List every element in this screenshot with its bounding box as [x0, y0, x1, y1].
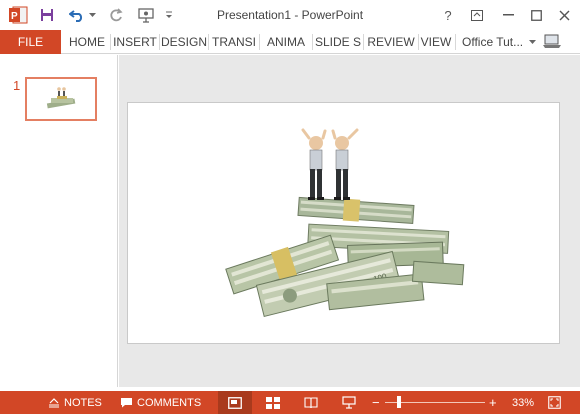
- fit-slide-button[interactable]: [548, 391, 561, 414]
- tab-separator: [455, 34, 456, 50]
- tab-separator: [159, 34, 160, 50]
- notes-label: NOTES: [64, 396, 102, 409]
- save-icon[interactable]: [38, 5, 56, 25]
- comments-label: COMMENTS: [137, 396, 202, 409]
- slide-thumbnail[interactable]: [25, 77, 97, 121]
- normal-view-button[interactable]: [218, 391, 252, 414]
- slide-sorter-icon: [266, 396, 280, 409]
- customize-toolbar-icon[interactable]: [163, 5, 175, 25]
- slide-show-icon: [342, 396, 356, 409]
- slide-number: 1: [13, 78, 21, 93]
- tab-review[interactable]: REVIEW: [366, 30, 416, 54]
- notes-icon: [49, 397, 59, 407]
- tab-separator: [208, 34, 209, 50]
- money-stack-clipart-image[interactable]: 100: [128, 103, 561, 345]
- slide-thumbnail-pane[interactable]: 1: [0, 55, 118, 387]
- undo-icon[interactable]: [68, 5, 86, 25]
- tab-separator: [418, 34, 419, 50]
- undo-dropdown-icon[interactable]: [87, 5, 97, 25]
- slide-sorter-view-button[interactable]: [256, 391, 290, 414]
- tab-home[interactable]: HOME: [66, 30, 108, 54]
- tab-slide-show[interactable]: SLIDE S: [314, 30, 362, 54]
- tab-separator: [110, 34, 111, 50]
- help-button[interactable]: ?: [435, 4, 461, 26]
- comments-button[interactable]: COMMENTS: [120, 391, 201, 414]
- notes-button[interactable]: NOTES: [48, 391, 102, 414]
- tab-design[interactable]: DESIGN: [161, 30, 207, 54]
- account-name: Office Tut...: [462, 35, 524, 49]
- slide-editing-area[interactable]: 100: [119, 55, 580, 387]
- tab-separator: [312, 34, 313, 50]
- redo-icon[interactable]: [107, 5, 125, 25]
- figure-left: [301, 128, 327, 200]
- ribbon-tab-bar: FILE HOME INSERT DESIGN TRANSI ANIMA SLI…: [0, 30, 580, 54]
- svg-text:P: P: [11, 11, 18, 22]
- title-bar: P Presentation1 - PowerPoint ?: [0, 0, 580, 30]
- ribbon-display-options-button[interactable]: [464, 4, 490, 26]
- tab-insert[interactable]: INSERT: [112, 30, 158, 54]
- slide-canvas[interactable]: 100: [127, 102, 560, 344]
- tab-separator: [259, 34, 260, 50]
- normal-view-icon: [228, 396, 242, 409]
- zoom-level[interactable]: 33%: [512, 391, 534, 414]
- tab-separator: [363, 34, 364, 50]
- help-label: ?: [444, 7, 452, 23]
- tab-view[interactable]: VIEW: [420, 30, 452, 54]
- slide-show-view-button[interactable]: [332, 391, 366, 414]
- money-thumbnail-image: [46, 87, 76, 109]
- account-avatar-icon: [542, 33, 562, 52]
- close-button[interactable]: [551, 4, 577, 26]
- powerpoint-logo-icon[interactable]: P: [8, 5, 28, 25]
- fit-to-window-icon: [548, 396, 561, 409]
- figure-right: [331, 128, 359, 200]
- comments-icon: [121, 398, 132, 408]
- tab-transitions[interactable]: TRANSI: [210, 30, 258, 54]
- account-dropdown-icon: [529, 39, 537, 44]
- reading-view-icon: [304, 396, 318, 408]
- reading-view-button[interactable]: [294, 391, 328, 414]
- status-bar: NOTES COMMENTS − + 33%: [0, 391, 580, 414]
- minimize-button[interactable]: [495, 4, 521, 26]
- tab-file[interactable]: FILE: [0, 30, 61, 54]
- start-from-beginning-icon[interactable]: [136, 5, 156, 25]
- zoom-slider-thumb[interactable]: [397, 396, 401, 408]
- tab-animations[interactable]: ANIMA: [261, 30, 311, 54]
- account-menu[interactable]: Office Tut...: [462, 30, 562, 54]
- zoom-out-button[interactable]: −: [372, 391, 380, 414]
- zoom-in-button[interactable]: +: [489, 391, 497, 414]
- maximize-button[interactable]: [523, 4, 549, 26]
